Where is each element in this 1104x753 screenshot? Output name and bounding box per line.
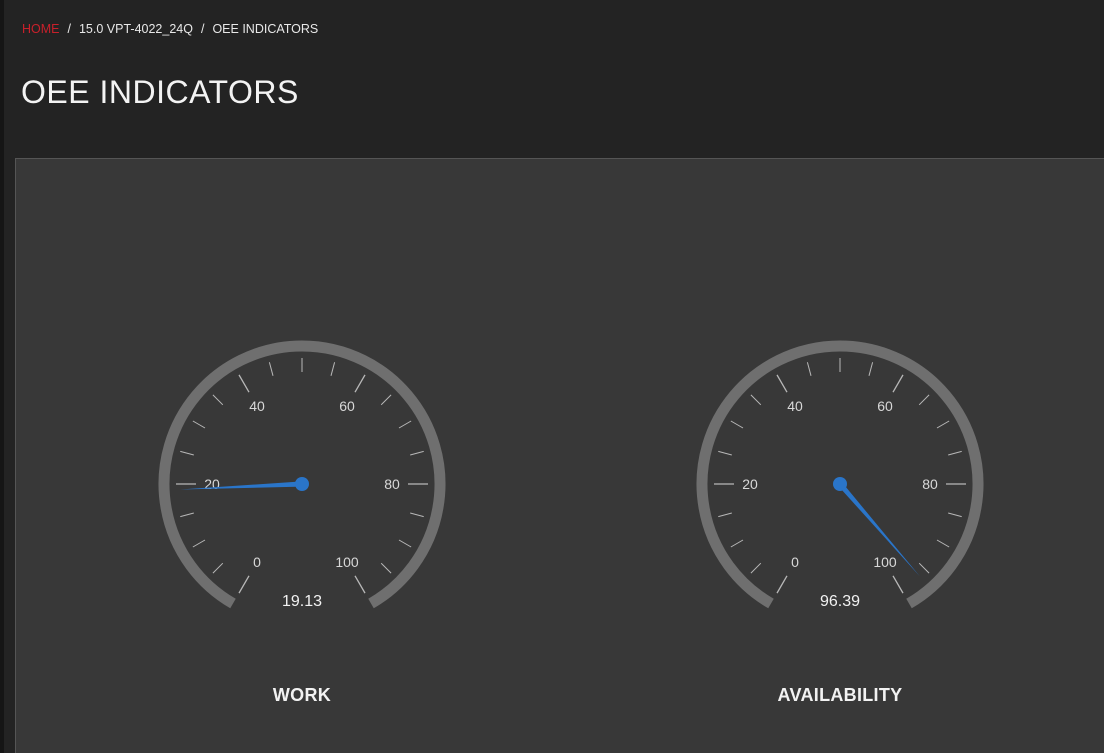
gauge-minor-tick: [936, 420, 950, 429]
gauge-minor-tick: [806, 362, 812, 376]
gauge-work: 0 20 40 60 80 100: [158, 340, 446, 609]
gauge-arc: [696, 340, 984, 609]
gauge-tick-label: 40: [249, 398, 265, 414]
gauge-minor-tick: [750, 394, 762, 406]
gauge-minor-tick: [948, 512, 962, 518]
gauge-work-value: 19.13: [281, 593, 323, 610]
gauge-availability-value: 96.39: [819, 593, 861, 610]
gauge-tick-label: 80: [922, 476, 938, 492]
gauge-availability-label: AVAILABILITY: [777, 685, 903, 705]
gauge-minor-tick: [948, 450, 962, 456]
gauge-minor-tick: [192, 420, 206, 429]
gauge-tick-label: 100: [873, 554, 897, 570]
gauge-minor-tick: [180, 450, 194, 456]
gauge-minor-tick: [718, 512, 732, 518]
gauge-minor-tick: [918, 394, 930, 406]
gauge-minor-tick: [398, 539, 412, 548]
gauge-minor-tick: [750, 562, 762, 574]
gauge-minor-tick: [410, 450, 424, 456]
breadcrumb-current: OEE INDICATORS: [212, 22, 319, 36]
gauge-minor-tick: [380, 562, 392, 574]
gauge-needle-hub: [833, 477, 847, 491]
breadcrumb-home-link[interactable]: HOME: [22, 22, 60, 36]
gauge-tick-label: 20: [204, 476, 220, 492]
gauge-major-tick: [892, 575, 904, 594]
gauge-arc: [158, 340, 446, 609]
gauge-minor-tick: [212, 562, 224, 574]
breadcrumb-machine[interactable]: 15.0 VPT-4022_24Q: [79, 22, 193, 36]
gauges-canvas: 0 20 40 60 80 100 0 20 40 60 80 100: [158, 340, 984, 609]
gauge-tick-label: 40: [787, 398, 803, 414]
gauge-major-tick: [238, 575, 250, 594]
gauge-minor-tick: [918, 562, 930, 574]
gauge-minor-tick: [180, 512, 194, 518]
gauge-major-tick: [238, 374, 250, 393]
breadcrumb-separator: /: [67, 22, 71, 36]
gauge-tick-label: 60: [339, 398, 355, 414]
gauge-major-tick: [892, 374, 904, 393]
page: HOME / 15.0 VPT-4022_24Q / OEE INDICATORS OE…: [0, 0, 1104, 753]
gauge-minor-tick: [192, 539, 206, 548]
oee-panel: 0 20 40 60 80 100 0 20 40 60 80 100 19.13 WORK 96.…: [15, 158, 1104, 753]
gauge-major-tick: [354, 575, 366, 594]
gauge-minor-tick: [718, 450, 732, 456]
gauge-major-tick: [776, 374, 788, 393]
gauge-needle-hub: [295, 477, 309, 491]
gauge-major-tick: [354, 374, 366, 393]
gauge-minor-tick: [398, 420, 412, 429]
gauge-tick-label: 80: [384, 476, 400, 492]
gauge-tick-label: 0: [253, 554, 261, 570]
gauge-tick-label: 100: [335, 554, 359, 570]
page-title: OEE INDICATORS: [21, 74, 299, 110]
gauge-availability: 0 20 40 60 80 100: [696, 340, 984, 609]
gauge-major-tick: [776, 575, 788, 594]
gauge-minor-tick: [730, 539, 744, 548]
breadcrumb-separator: /: [200, 22, 205, 36]
gauge-minor-tick: [410, 512, 424, 518]
gauge-needle: [180, 481, 303, 490]
gauge-minor-tick: [936, 539, 950, 548]
gauge-minor-tick: [868, 362, 874, 376]
gauge-minor-tick: [330, 362, 336, 376]
left-border: [0, 0, 4, 753]
gauge-tick-label: 0: [791, 554, 799, 570]
breadcrumb: HOME / 15.0 VPT-4022_24Q / OEE INDICATORS: [22, 22, 318, 36]
gauge-minor-tick: [212, 394, 224, 406]
gauge-minor-tick: [380, 394, 392, 406]
gauge-minor-tick: [268, 362, 274, 376]
gauge-tick-label: 60: [877, 398, 893, 414]
gauge-tick-label: 20: [742, 476, 758, 492]
gauge-minor-tick: [730, 420, 744, 429]
gauge-work-label: WORK: [272, 685, 332, 705]
